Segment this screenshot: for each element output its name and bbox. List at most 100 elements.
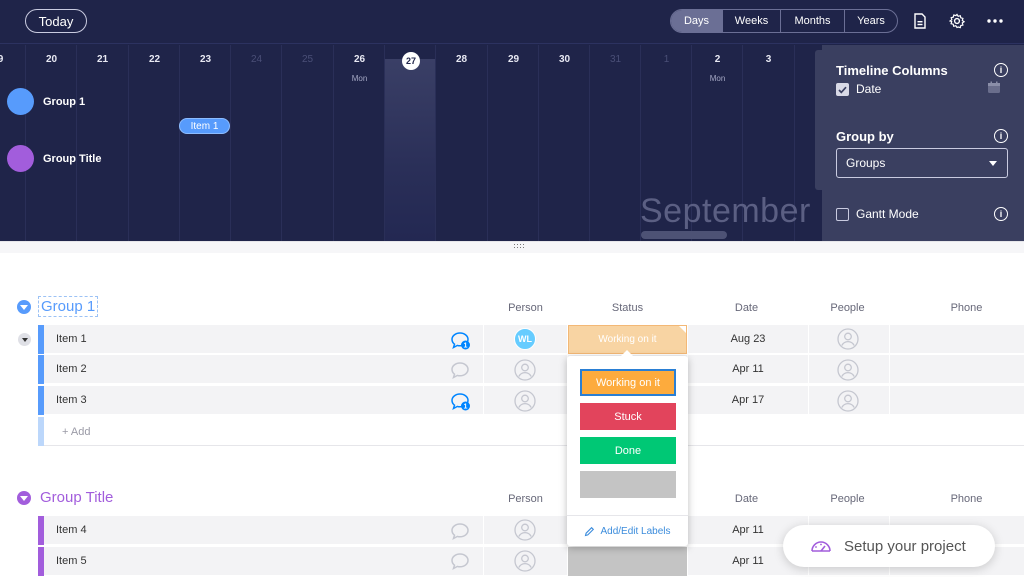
column-header-people[interactable]: People [806, 493, 889, 505]
day-number: 31 [609, 54, 622, 65]
column-header-person[interactable]: Person [484, 493, 567, 505]
updates-chat-icon[interactable]: 1 [450, 331, 470, 350]
add-item-row[interactable]: + Add [38, 417, 1024, 446]
today-day-number: 27 [402, 52, 420, 70]
empty-person-icon[interactable] [514, 519, 536, 541]
status-option-working-on-it[interactable]: Working on it [580, 369, 676, 396]
updates-count-badge: 1 [464, 404, 468, 411]
pencil-icon [585, 526, 595, 536]
timeline-scrollbar[interactable] [641, 231, 727, 239]
empty-person-icon[interactable] [514, 359, 536, 381]
timeline-view: Today Days Weeks Months Years 9 20 21 22… [0, 0, 1024, 241]
status-option-empty[interactable] [580, 471, 676, 498]
day-number: 30 [558, 54, 571, 65]
more-options-icon[interactable] [985, 11, 1005, 31]
date-checkbox[interactable] [836, 83, 849, 96]
timeline-group-label: Group 1 [43, 95, 86, 108]
chat-icon[interactable] [450, 552, 470, 571]
timeline-item-pill[interactable]: Item 1 [179, 118, 230, 134]
day-number: 21 [96, 54, 109, 65]
group-by-select[interactable]: Groups [836, 148, 1008, 178]
day-number: 9 [0, 54, 4, 65]
day-column: 22 [128, 45, 179, 241]
chat-icon[interactable] [450, 361, 470, 380]
status-cell-empty[interactable] [568, 547, 687, 576]
column-header-phone[interactable]: Phone [925, 493, 1008, 505]
column-header-date[interactable]: Date [705, 302, 788, 314]
item-name[interactable]: Item 3 [56, 394, 87, 406]
day-column: 26 Mon [333, 45, 384, 241]
zoom-days-button[interactable]: Days [671, 10, 722, 32]
item-name[interactable]: Item 1 [56, 333, 87, 345]
setup-project-button[interactable]: Setup your project [783, 525, 995, 567]
group-title[interactable]: Group 1 [38, 296, 99, 317]
day-number: 26 [353, 54, 366, 65]
split-resize-bar[interactable] [0, 241, 1024, 253]
day-number: 20 [45, 54, 58, 65]
add-edit-labels-button[interactable]: Add/Edit Labels [567, 515, 688, 546]
gear-icon[interactable] [947, 11, 967, 31]
status-dropdown: Working on it Stuck Done Add/Edit Labels [567, 350, 688, 546]
date-cell[interactable]: Aug 23 [687, 333, 809, 345]
drag-handle-icon[interactable] [514, 244, 524, 249]
empty-person-icon[interactable] [837, 390, 859, 412]
add-item-input[interactable]: + Add [62, 426, 90, 438]
info-icon[interactable]: i [994, 129, 1008, 143]
zoom-months-button[interactable]: Months [780, 10, 844, 32]
status-option-stuck[interactable]: Stuck [580, 403, 676, 430]
empty-person-icon[interactable] [837, 359, 859, 381]
updates-chat-icon[interactable]: 1 [450, 392, 470, 411]
day-column: 9 [0, 45, 25, 241]
empty-person-icon[interactable] [514, 390, 536, 412]
column-header-status[interactable]: Status [568, 302, 687, 314]
gantt-mode-label: Gantt Mode [856, 207, 919, 221]
avatar[interactable]: WL [514, 328, 536, 350]
column-header-person[interactable]: Person [484, 302, 567, 314]
calendar-icon [987, 81, 1001, 94]
timeline-group-label: Group Title [43, 152, 102, 165]
weekday-label: Mon [351, 74, 368, 83]
month-label: September [640, 192, 811, 230]
timeline-group-1[interactable]: Group 1 [7, 88, 85, 115]
group-collapse-toggle[interactable] [17, 300, 31, 314]
row-color-bar [38, 386, 44, 415]
date-cell[interactable]: Apr 17 [687, 394, 809, 406]
column-header-date[interactable]: Date [705, 493, 788, 505]
group-color-dot [7, 88, 34, 115]
day-number: 25 [301, 54, 314, 65]
column-header-phone[interactable]: Phone [925, 302, 1008, 314]
item-name[interactable]: Item 4 [56, 524, 87, 536]
timeline-columns-title: Timeline Columns [836, 63, 948, 78]
group-color-dot [7, 145, 34, 172]
zoom-weeks-button[interactable]: Weeks [722, 10, 780, 32]
day-number: 3 [765, 54, 772, 65]
empty-person-icon[interactable] [514, 550, 536, 572]
settings-panel-handle[interactable] [815, 50, 822, 190]
group-collapse-toggle[interactable] [17, 491, 31, 505]
day-number: 29 [507, 54, 520, 65]
gantt-mode-checkbox[interactable] [836, 208, 849, 221]
day-column: 29 [487, 45, 538, 241]
info-icon[interactable]: i [994, 63, 1008, 77]
day-number: 23 [199, 54, 212, 65]
export-file-icon[interactable] [910, 11, 930, 31]
item-name[interactable]: Item 5 [56, 555, 87, 567]
timeline-toolbar: Today Days Weeks Months Years [0, 0, 1024, 44]
empty-person-icon[interactable] [837, 328, 859, 350]
add-edit-labels-text: Add/Edit Labels [600, 525, 671, 537]
day-column-today: 27 [384, 45, 435, 241]
group-title[interactable]: Group Title [40, 489, 113, 506]
status-option-done[interactable]: Done [580, 437, 676, 464]
timeline-group-title[interactable]: Group Title [7, 145, 101, 172]
date-cell[interactable]: Apr 11 [687, 363, 809, 375]
chat-icon[interactable] [450, 522, 470, 541]
info-icon[interactable]: i [994, 207, 1008, 221]
today-button[interactable]: Today [25, 9, 87, 33]
item-name[interactable]: Item 2 [56, 363, 87, 375]
group-by-title: Group by [836, 129, 894, 144]
zoom-years-button[interactable]: Years [844, 10, 897, 32]
day-column: 20 [25, 45, 76, 241]
row-menu-toggle[interactable] [18, 333, 31, 346]
column-header-people[interactable]: People [806, 302, 889, 314]
zoom-selector: Days Weeks Months Years [670, 9, 898, 33]
